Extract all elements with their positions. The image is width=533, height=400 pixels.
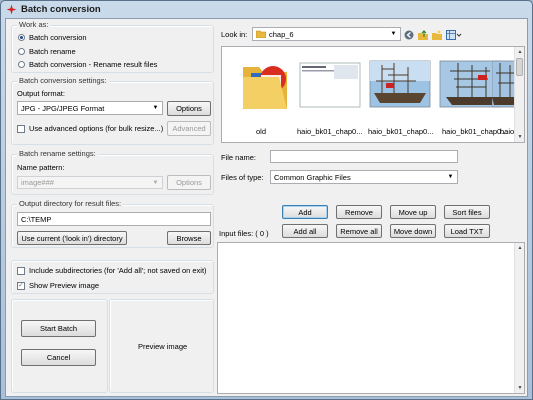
file-thumbnail-view[interactable]: old haio_bk01_chap0... haio_bk01_chap0..… bbox=[221, 46, 525, 143]
batch-conversion-window: Batch conversion Work as: Batch conversi… bbox=[0, 0, 533, 400]
output-format-label: Output format: bbox=[17, 89, 65, 98]
radio-batch-conversion-rename[interactable]: Batch conversion - Rename result files bbox=[18, 60, 157, 69]
output-format-value: JPG - JPG/JPEG Format bbox=[21, 103, 105, 113]
actions-group: Start Batch Cancel bbox=[11, 299, 108, 393]
thumbnail-label: haio_bk01_chap0... bbox=[442, 127, 508, 136]
remove-button[interactable]: Remove bbox=[336, 205, 382, 219]
up-folder-icon[interactable] bbox=[418, 30, 428, 40]
input-files-list[interactable]: ▲ ▼ bbox=[217, 242, 525, 394]
files-of-type-value: Common Graphic Files bbox=[274, 172, 351, 182]
radio-indicator[interactable] bbox=[18, 34, 25, 41]
rename-settings-label: Batch rename settings: bbox=[17, 149, 98, 158]
ship-photo-icon bbox=[369, 60, 431, 108]
checkbox-label: Show Preview image bbox=[29, 281, 100, 290]
radio-batch-rename[interactable]: Batch rename bbox=[18, 47, 76, 56]
radio-batch-conversion[interactable]: Batch conversion bbox=[18, 33, 87, 42]
scroll-down-icon[interactable]: ▼ bbox=[515, 383, 525, 393]
preview-image-panel: Preview image bbox=[109, 299, 214, 393]
name-pattern-label: Name pattern: bbox=[17, 163, 65, 172]
thumbnail-label: old bbox=[256, 127, 267, 136]
folder-icon bbox=[255, 30, 267, 39]
output-directory-value: C:\TEMP bbox=[21, 214, 52, 224]
files-of-type-label: Files of type: bbox=[221, 173, 264, 182]
use-current-directory-button[interactable]: Use current ('look in') directory bbox=[17, 231, 127, 245]
start-batch-button[interactable]: Start Batch bbox=[21, 320, 96, 337]
output-format-select[interactable]: JPG - JPG/JPEG Format ▼ bbox=[17, 101, 163, 115]
rename-settings-group: Batch rename settings: Name pattern: ima… bbox=[11, 149, 214, 195]
file-name-input[interactable] bbox=[270, 150, 458, 163]
thumbnail-label: haio_bk01_chap0... bbox=[368, 127, 434, 136]
thumbnail-scrollbar[interactable]: ▲ ▼ bbox=[514, 47, 524, 142]
checkbox-indicator[interactable] bbox=[17, 266, 25, 275]
sort-files-button[interactable]: Sort files bbox=[444, 205, 490, 219]
checkbox-label: Include subdirectories (for 'Add all'; n… bbox=[29, 266, 207, 275]
checkbox-indicator[interactable] bbox=[17, 124, 25, 133]
output-directory-label: Output directory for result files: bbox=[17, 199, 124, 208]
window-title: Batch conversion bbox=[21, 4, 101, 15]
add-all-button[interactable]: Add all bbox=[282, 224, 328, 238]
name-pattern-select[interactable]: image### ▼ bbox=[17, 176, 163, 189]
ship-photo-icon bbox=[492, 60, 516, 108]
advanced-options-checkbox[interactable]: Use advanced options (for bulk resize...… bbox=[17, 124, 163, 133]
thumbnail-folder-old[interactable] bbox=[231, 53, 295, 115]
radio-label: Batch conversion - Rename result files bbox=[29, 60, 158, 69]
scroll-up-icon[interactable]: ▲ bbox=[515, 47, 525, 57]
chevron-down-icon[interactable]: ▼ bbox=[150, 102, 161, 114]
scroll-thumb[interactable] bbox=[516, 58, 523, 76]
rename-options-button[interactable]: Options bbox=[167, 175, 211, 190]
document-thumbnail-icon bbox=[299, 62, 361, 108]
chevron-down-icon[interactable]: ▼ bbox=[388, 28, 399, 40]
work-as-label: Work as: bbox=[17, 20, 51, 29]
chevron-down-icon[interactable]: ▼ bbox=[150, 177, 161, 188]
name-pattern-value: image### bbox=[21, 178, 54, 187]
dialog-body: Work as: Batch conversion Batch rename B… bbox=[5, 18, 528, 397]
radio-label: Batch conversion bbox=[29, 33, 87, 42]
radio-indicator[interactable] bbox=[18, 61, 25, 68]
scroll-up-icon[interactable]: ▲ bbox=[515, 243, 525, 253]
output-directory-input[interactable]: C:\TEMP bbox=[17, 212, 211, 226]
remove-all-button[interactable]: Remove all bbox=[336, 224, 382, 238]
thumbnail-ship-image[interactable] bbox=[492, 53, 516, 115]
new-folder-icon[interactable] bbox=[432, 30, 442, 40]
work-as-group: Work as: Batch conversion Batch rename B… bbox=[11, 20, 214, 73]
thumbnail-ship-image[interactable] bbox=[368, 53, 432, 115]
conversion-settings-label: Batch conversion settings: bbox=[17, 76, 109, 85]
thumbnail-label: haio_bk01_chap0... bbox=[297, 127, 363, 136]
back-icon[interactable] bbox=[404, 30, 414, 40]
chevron-down-icon[interactable]: ▼ bbox=[445, 171, 456, 183]
conversion-settings-group: Batch conversion settings: Output format… bbox=[11, 76, 214, 145]
thumbnail-document[interactable] bbox=[298, 53, 362, 115]
format-options-button[interactable]: Options bbox=[167, 101, 211, 116]
input-files-scrollbar[interactable]: ▲ ▼ bbox=[514, 243, 524, 393]
app-icon bbox=[6, 4, 17, 15]
move-down-button[interactable]: Move down bbox=[390, 224, 436, 238]
file-name-label: File name: bbox=[221, 153, 257, 162]
radio-label: Batch rename bbox=[29, 47, 76, 56]
view-menu-icon[interactable] bbox=[446, 30, 462, 40]
checkbox-label: Use advanced options (for bulk resize...… bbox=[29, 124, 164, 133]
radio-indicator[interactable] bbox=[18, 48, 25, 55]
scroll-down-icon[interactable]: ▼ bbox=[515, 132, 525, 142]
add-button[interactable]: Add bbox=[282, 205, 328, 219]
look-in-select[interactable]: chap_6 ▼ bbox=[252, 27, 401, 41]
advanced-button[interactable]: Advanced bbox=[167, 121, 211, 136]
options-group: Include subdirectories (for 'Add all'; n… bbox=[11, 260, 214, 294]
look-in-value: chap_6 bbox=[269, 29, 294, 39]
checkbox-indicator[interactable]: ✓ bbox=[17, 281, 25, 290]
folder-icon bbox=[243, 66, 287, 109]
include-subdirectories-checkbox[interactable]: Include subdirectories (for 'Add all'; n… bbox=[17, 266, 207, 275]
cancel-button[interactable]: Cancel bbox=[21, 349, 96, 366]
input-files-label: Input files: ( 0 ) bbox=[219, 229, 269, 238]
browse-button[interactable]: Browse bbox=[167, 231, 211, 245]
load-txt-button[interactable]: Load TXT bbox=[444, 224, 490, 238]
output-directory-group: Output directory for result files: C:\TE… bbox=[11, 199, 214, 248]
files-of-type-select[interactable]: Common Graphic Files ▼ bbox=[270, 170, 458, 184]
look-in-label: Look in: bbox=[221, 30, 248, 39]
show-preview-checkbox[interactable]: ✓ Show Preview image bbox=[17, 281, 99, 290]
move-up-button[interactable]: Move up bbox=[390, 205, 436, 219]
title-bar[interactable]: Batch conversion bbox=[1, 1, 532, 18]
preview-image-label: Preview image bbox=[138, 342, 188, 351]
